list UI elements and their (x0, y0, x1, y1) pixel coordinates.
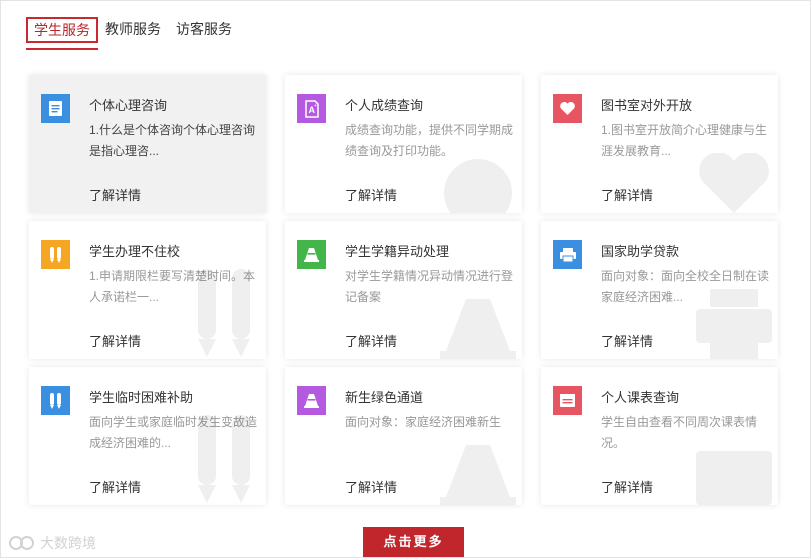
cone-icon (297, 386, 326, 415)
watermark: 大数跨境 (8, 533, 96, 553)
learn-more-link[interactable]: 了解详情 (345, 477, 397, 496)
card-description: 面向对象：家庭经济困难新生 (345, 415, 502, 429)
card-title: 学生临时困难补助 (89, 390, 194, 405)
learn-more-link[interactable]: 了解详情 (345, 331, 397, 350)
learn-more-link[interactable]: 了解详情 (601, 331, 653, 350)
learn-more-link[interactable]: 了解详情 (601, 477, 653, 496)
card-title: 个人成绩查询 (345, 98, 424, 113)
card-background-icon (444, 159, 512, 213)
card-title: 个体心理咨询 (89, 98, 168, 113)
printer-icon (553, 240, 582, 269)
learn-more-link[interactable]: 了解详情 (89, 331, 141, 350)
card-background-icon (699, 153, 769, 213)
service-card-off-campus[interactable]: 学生办理不住校 1.申请期限栏要写清楚时间。本人承诺栏一... 了解详情 (29, 221, 266, 359)
load-more-button[interactable]: 点击更多 (363, 527, 464, 557)
card-title: 学生学籍异动处理 (345, 244, 450, 259)
card-title: 图书室对外开放 (601, 98, 693, 113)
tab-student-services[interactable]: 学生服务 (26, 17, 98, 43)
pencils-icon (41, 240, 70, 269)
card-title: 个人课表查询 (601, 390, 680, 405)
pencils-icon (41, 386, 70, 415)
tab-visitor-services[interactable]: 访客服务 (176, 19, 232, 39)
service-card-counseling[interactable]: 个体心理咨询 1.什么是个体咨询个体心理咨询是指心理咨... 了解详情 (29, 75, 266, 213)
learn-more-link[interactable]: 了解详情 (345, 185, 397, 204)
card-background-icon (440, 299, 516, 359)
card-background-icon (440, 445, 516, 505)
learn-more-link[interactable]: 了解详情 (89, 185, 141, 204)
card-title: 学生办理不住校 (89, 244, 181, 259)
learn-more-link[interactable]: 了解详情 (601, 185, 653, 204)
service-card-hardship-subsidy[interactable]: 学生临时困难补助 面向学生或家庭临时发生变故造成经济困难的... 了解详情 (29, 367, 266, 505)
service-card-green-channel[interactable]: 新生绿色通道 面向对象：家庭经济困难新生 了解详情 (285, 367, 522, 505)
heart-icon (553, 94, 582, 123)
font-file-icon: A + (297, 94, 326, 123)
tab-teacher-services[interactable]: 教师服务 (105, 19, 161, 39)
card-background-icon (696, 451, 772, 505)
service-card-library[interactable]: 图书室对外开放 1.图书室开放简介心理健康与生涯发展教育... 了解详情 (541, 75, 778, 213)
learn-more-link[interactable]: 了解详情 (89, 477, 141, 496)
service-card-class-schedule[interactable]: 个人课表查询 学生自由查看不同周次课表情况。 了解详情 (541, 367, 778, 505)
card-background-icon (198, 415, 250, 503)
service-card-grades[interactable]: A + 个人成绩查询 成绩查询功能，提供不同学期成绩查询及打印功能。 了解详情 (285, 75, 522, 213)
watermark-logo-icon (9, 536, 34, 550)
watermark-text: 大数跨境 (40, 535, 96, 551)
schedule-icon (553, 386, 582, 415)
service-card-student-loan[interactable]: 国家助学贷款 面向对象：面向全校全日制在读家庭经济困难... 了解详情 (541, 221, 778, 359)
active-tab-underline (26, 48, 98, 50)
svg-text:+: + (314, 103, 317, 109)
card-background-icon (198, 269, 250, 357)
document-icon (41, 94, 70, 123)
card-background-icon (696, 289, 772, 359)
cone-icon (297, 240, 326, 269)
card-title: 新生绿色通道 (345, 390, 424, 405)
card-description: 1.什么是个体咨询个体心理咨询是指心理咨... (89, 123, 256, 158)
service-card-enrollment-change[interactable]: 学生学籍异动处理 对学生学籍情况异动情况进行登记备案 了解详情 (285, 221, 522, 359)
card-title: 国家助学贷款 (601, 244, 680, 259)
